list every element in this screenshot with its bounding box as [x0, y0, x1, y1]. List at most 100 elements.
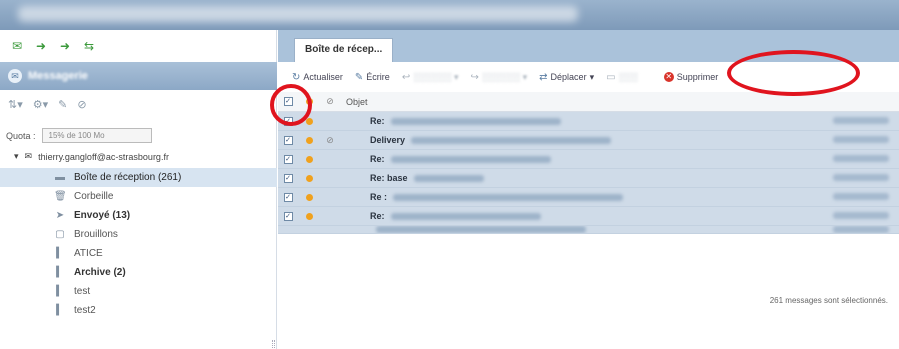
forward-icon[interactable]: ➜: [32, 38, 50, 54]
print-icon: ▭: [606, 71, 616, 83]
table-row[interactable]: ✓ Re :: [278, 188, 899, 207]
forward-button[interactable]: ↪ ░░░░░░ ▾: [470, 72, 527, 83]
sort-icon[interactable]: ⇅▾: [8, 98, 23, 111]
new-message-icon[interactable]: ✉: [8, 38, 26, 54]
folder-item[interactable]: ▍ Archive (2): [0, 263, 277, 282]
message-grid: ✓ ⊘ Objet ✓ Re: ✓ ⊘ Delivery ✓ Re: ✓ Re: base ✓ Re…: [278, 92, 899, 282]
edit-icon[interactable]: ✎: [58, 98, 67, 111]
folder-item[interactable]: ▍ ATICE: [0, 244, 277, 263]
settings-gear-icon[interactable]: ⚙▾: [33, 98, 48, 111]
select-all-checkbox[interactable]: ✓: [283, 97, 293, 106]
move-button[interactable]: ⇄ Déplacer ▾: [539, 72, 594, 83]
row-subject: Re:: [370, 154, 385, 164]
folder-item[interactable]: ▍ test2: [0, 301, 277, 320]
blurred-subject: [393, 193, 624, 201]
folder-item[interactable]: ▍ test: [0, 282, 277, 301]
folder-item[interactable]: ➤ Envoyé (13): [0, 206, 277, 225]
blurred-title: [18, 6, 578, 22]
quota-bar: 15% de 100 Mo: [41, 128, 152, 143]
blurred-sender: [833, 226, 889, 233]
folder-label: test: [74, 286, 91, 297]
folder-list: ▬ Boîte de réception (261) 🗑 Corbeille ➤ Envo…: [0, 168, 277, 320]
reply-icon[interactable]: ➜: [56, 38, 74, 54]
inbox-icon: ▬: [55, 172, 65, 183]
message-toolbar: ↻ Actualiser ✎ Écrire ↩ ░░░░░░ ▾ ↪ ░░░░░░ ▾ …: [278, 62, 899, 92]
row-checkbox[interactable]: ✓: [283, 154, 293, 164]
unread-dot-icon[interactable]: [305, 136, 313, 144]
folder-item[interactable]: ▬ Boîte de réception (261): [0, 168, 277, 187]
row-subject: Delivery: [370, 135, 406, 145]
folder-tools: ⇅▾ ⚙▾ ✎ ⊘: [8, 98, 87, 111]
compose-button[interactable]: ✎ Écrire: [355, 72, 390, 83]
message-rows: ✓ Re: ✓ ⊘ Delivery ✓ Re: ✓ Re: base ✓ Re : ✓ Re: ✓: [278, 112, 899, 234]
delete-button[interactable]: ✕ Supprimer: [663, 72, 718, 82]
folder-label: Archive (2): [74, 267, 126, 278]
row-subject: Re:: [370, 211, 385, 221]
row-subject: Re :: [370, 192, 388, 202]
row-checkbox[interactable]: ✓: [283, 135, 293, 145]
folder-icon: ▍: [56, 248, 64, 259]
chevron-down-icon: ▾: [589, 71, 595, 82]
delete-folder-icon[interactable]: ⊘: [77, 98, 86, 111]
unread-dot-icon[interactable]: [305, 212, 313, 220]
left-panel: ✉ ➜ ➜ ⇆ ✉ Messagerie ⇅▾ ⚙▾ ✎ ⊘ Quota : 1…: [0, 30, 277, 349]
section-title: Messagerie: [28, 70, 88, 82]
selection-status: 261 messages sont sélectionnés.: [769, 296, 888, 305]
folder-icon: ▍: [56, 286, 64, 297]
reply-button[interactable]: ↩ ░░░░░░ ▾: [402, 72, 459, 83]
table-row[interactable]: ✓: [278, 226, 899, 234]
unread-dot-icon[interactable]: [305, 117, 313, 125]
tab-inbox[interactable]: Boîte de récep...: [294, 38, 394, 62]
attachment-column-icon[interactable]: ⊘: [320, 96, 340, 107]
table-row[interactable]: ✓ Re: base: [278, 169, 899, 188]
print-button[interactable]: ▭ ░░░: [606, 72, 638, 83]
refresh-button[interactable]: ↻ Actualiser: [292, 72, 343, 83]
panel-splitter[interactable]: [272, 340, 275, 349]
blurred-sender: [833, 155, 889, 162]
folder-item[interactable]: 🗑 Corbeille: [0, 187, 277, 206]
reply-icon: ↩: [401, 71, 411, 83]
quota-label: Quota :: [6, 130, 36, 141]
blurred-sender: [833, 212, 889, 219]
mail-section-header[interactable]: ✉ Messagerie: [0, 62, 277, 90]
table-row[interactable]: ✓ Re:: [278, 207, 899, 226]
blurred-subject: [390, 212, 541, 220]
account-icon: ✉: [24, 151, 33, 161]
mail-app-icon: ✉: [8, 69, 22, 83]
compose-icon: ✎: [354, 71, 364, 83]
folder-label: Envoyé (13): [74, 210, 131, 221]
row-checkbox[interactable]: ✓: [283, 192, 293, 202]
blurred-sender: [833, 193, 889, 200]
quota: Quota : 15% de 100 Mo: [6, 128, 152, 143]
unread-dot-icon[interactable]: [305, 193, 313, 201]
drafts-icon: ▢: [55, 229, 65, 240]
row-subject: Re:: [370, 116, 385, 126]
refresh-icon: ↻: [292, 71, 301, 83]
blurred-sender: [833, 117, 889, 124]
table-row[interactable]: ✓ ⊘ Delivery: [278, 131, 899, 150]
left-toolbar: ✉ ➜ ➜ ⇆: [8, 36, 98, 56]
folder-label: ATICE: [74, 248, 103, 259]
row-checkbox[interactable]: ✓: [283, 173, 293, 183]
table-row[interactable]: ✓ Re:: [278, 150, 899, 169]
folder-item[interactable]: ▢ Brouillons: [0, 225, 277, 244]
table-row[interactable]: ✓ Re:: [278, 112, 899, 131]
unread-column-icon[interactable]: [305, 98, 313, 105]
blurred-subject: [411, 136, 612, 144]
move-icon: ⇄: [539, 71, 548, 83]
collapse-arrow-icon[interactable]: ▾: [14, 151, 19, 162]
row-subject: Re: base: [370, 173, 408, 183]
sync-icon[interactable]: ⇆: [80, 38, 98, 54]
unread-dot-icon[interactable]: [305, 174, 313, 182]
sent-icon: ➤: [55, 210, 65, 221]
row-checkbox[interactable]: ✓: [283, 211, 293, 221]
forward-icon: ↪: [470, 71, 479, 83]
account-row[interactable]: ▾ ✉ thierry.gangloff@ac-strasbourg.fr: [14, 151, 169, 162]
subject-header[interactable]: Objet: [340, 97, 829, 107]
unread-dot-icon[interactable]: [305, 155, 313, 163]
row-checkbox[interactable]: ✓: [283, 116, 293, 126]
blurred-subject: [376, 226, 586, 233]
folder-label: test2: [74, 305, 96, 316]
app-title-bar: [0, 0, 899, 30]
folder-icon: ▍: [56, 305, 64, 316]
